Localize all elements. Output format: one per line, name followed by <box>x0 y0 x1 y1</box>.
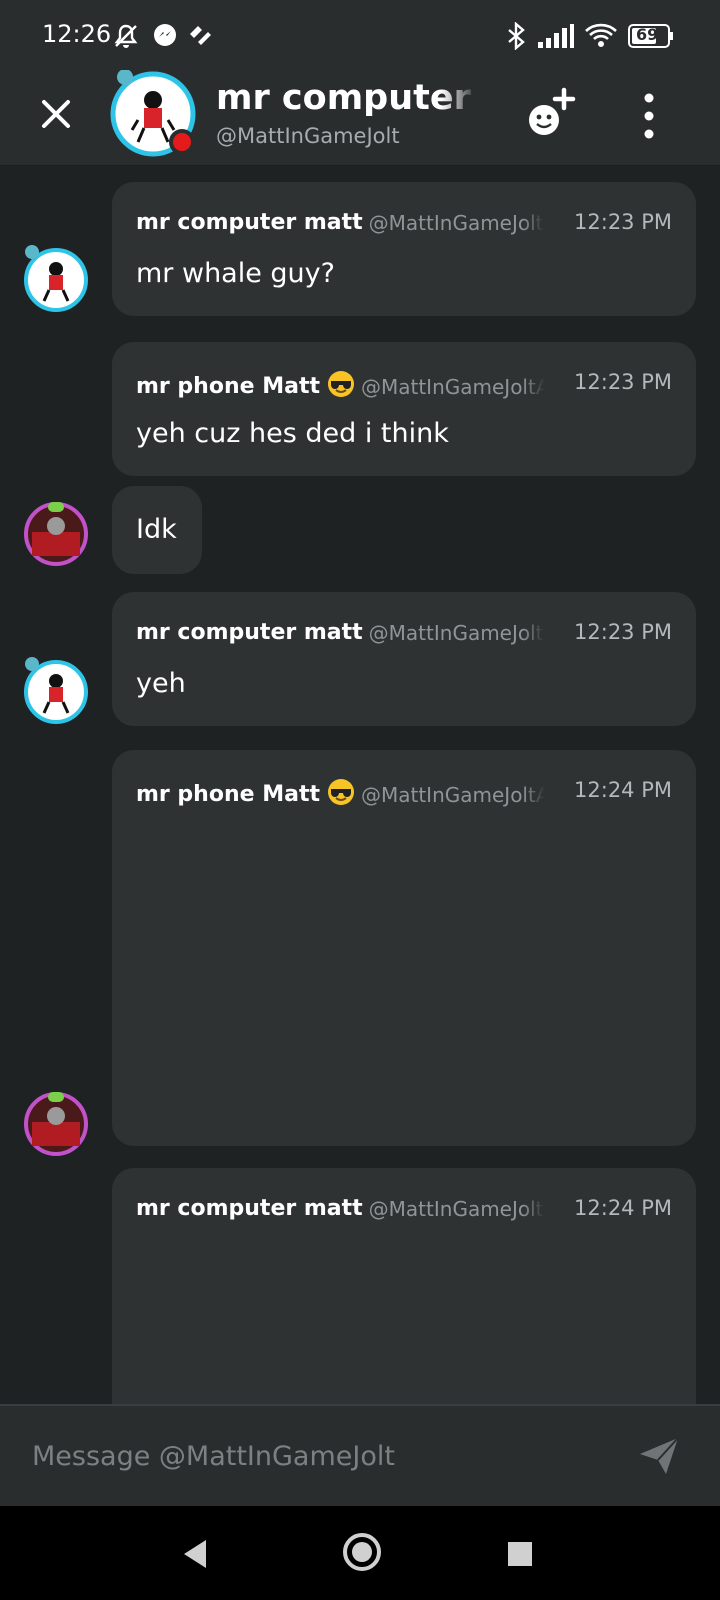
message-handle: @MattInGameJoltAlt <box>360 783 545 807</box>
avatar-computer-matt[interactable] <box>22 244 90 312</box>
status-time: 12:26 <box>42 20 112 48</box>
system-nav-bar <box>0 1506 720 1600</box>
message-header: mr phone Matt @MattInGameJoltAlt 12:23 P… <box>136 370 672 402</box>
message-time: 12:24 PM <box>574 778 672 802</box>
message-text: yeh cuz hes ded i think <box>136 418 449 449</box>
message-header: mr phone Matt @MattInGameJoltAlt 12:24 P… <box>136 778 672 810</box>
message-author[interactable]: mr computer matt <box>136 1196 363 1221</box>
send-icon <box>640 1437 679 1474</box>
header-avatar[interactable] <box>108 69 198 160</box>
message-handle: @MattInGameJolt <box>368 211 544 235</box>
avatar-phone-matt[interactable] <box>22 1088 90 1156</box>
message-text: yeh <box>136 668 186 699</box>
message-composer <box>0 1404 720 1506</box>
sunglasses-emoji-icon <box>327 370 355 398</box>
header-handle: @MattInGameJolt <box>216 124 400 148</box>
home-circle-icon <box>343 1533 381 1571</box>
message-handle: @MattInGameJolt <box>368 1197 544 1221</box>
back-button[interactable] <box>176 1534 216 1574</box>
chat-header: mr computer matt @MattInGameJolt <box>0 69 720 166</box>
kebab-menu-icon <box>644 93 654 139</box>
back-triangle-icon <box>184 1540 206 1568</box>
message-text: mr whale guy? <box>136 258 335 289</box>
status-bar: 12:26 69 <box>0 0 720 70</box>
avatar-computer-matt[interactable] <box>22 656 90 724</box>
recents-square-icon <box>508 1542 532 1566</box>
message-author[interactable]: mr phone Matt <box>136 374 320 399</box>
message-bubble-media[interactable]: mr computer matt @MattInGameJolt 12:24 PM <box>112 1168 696 1404</box>
message-header: mr computer matt @MattInGameJolt 12:24 PM <box>136 1196 672 1228</box>
message-time: 12:23 PM <box>574 210 672 234</box>
signal-icon <box>538 24 574 52</box>
message-handle: @MattInGameJolt <box>368 621 544 645</box>
battery-level: 69 <box>636 25 659 44</box>
message-time: 12:24 PM <box>574 1196 672 1220</box>
message-header: mr computer matt @MattInGameJolt 12:23 PM <box>136 210 672 242</box>
recents-button[interactable] <box>500 1534 540 1574</box>
close-icon <box>42 100 70 128</box>
close-button[interactable] <box>30 88 82 140</box>
message-time: 12:23 PM <box>574 370 672 394</box>
emoji-plus-icon <box>529 87 576 135</box>
message-bubble[interactable]: mr phone Matt @MattInGameJoltAlt 12:23 P… <box>112 342 696 476</box>
send-button[interactable] <box>636 1432 682 1478</box>
message-time: 12:23 PM <box>574 620 672 644</box>
more-options-button[interactable] <box>624 88 674 144</box>
wifi-icon <box>584 22 618 52</box>
bluetooth-icon <box>504 21 528 54</box>
home-button[interactable] <box>340 1530 384 1574</box>
messenger-icon <box>152 22 178 52</box>
avatar-phone-matt[interactable] <box>22 498 90 566</box>
message-author[interactable]: mr phone Matt <box>136 782 320 807</box>
add-friend-button[interactable] <box>520 84 582 146</box>
gamejolt-icon <box>186 22 214 52</box>
message-bubble[interactable]: mr computer matt @MattInGameJolt 12:23 PM… <box>112 592 696 726</box>
message-list[interactable]: mr computer matt @MattInGameJolt 12:23 PM… <box>0 166 720 1404</box>
message-bubble-media[interactable]: mr phone Matt @MattInGameJoltAlt 12:24 P… <box>112 750 696 1146</box>
message-header: mr computer matt @MattInGameJolt 12:23 PM <box>136 620 672 652</box>
message-bubble-compact[interactable]: Idk <box>112 486 202 574</box>
message-input[interactable] <box>32 1434 592 1478</box>
message-text: Idk <box>136 514 177 545</box>
message-author[interactable]: mr computer matt <box>136 620 363 645</box>
message-handle: @MattInGameJoltAlt <box>360 375 545 399</box>
message-bubble[interactable]: mr computer matt @MattInGameJolt 12:23 PM… <box>112 182 696 316</box>
sunglasses-emoji-icon <box>327 778 355 806</box>
header-name: mr computer matt <box>216 78 478 118</box>
message-author[interactable]: mr computer matt <box>136 210 363 235</box>
mute-icon <box>112 22 140 54</box>
